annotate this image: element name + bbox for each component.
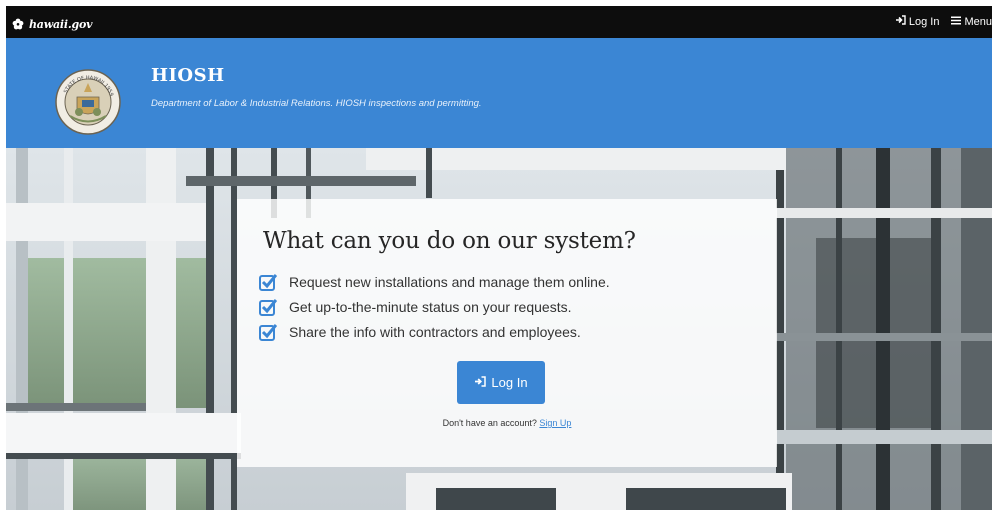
feature-item: Request new installations and manage the… xyxy=(259,269,610,294)
checkbox-checked-icon xyxy=(259,298,278,316)
info-card: What can you do on our system? Request n… xyxy=(237,199,777,467)
signup-prompt-text: Don't have an account? xyxy=(442,418,537,428)
menu-label: Menu xyxy=(964,15,992,28)
checkbox-checked-icon xyxy=(259,323,278,341)
signup-link[interactable]: Sign Up xyxy=(539,418,571,428)
feature-item: Share the info with contractors and empl… xyxy=(259,319,610,344)
checkbox-checked-icon xyxy=(259,273,278,291)
site-subtitle: Department of Labor & Industrial Relatio… xyxy=(151,98,482,109)
brand-link[interactable]: hawaii.gov xyxy=(12,15,93,34)
state-seal-icon: STATE OF HAWAII 1959 xyxy=(55,69,121,135)
menu-button[interactable]: Menu xyxy=(951,15,992,28)
login-button[interactable]: Log In xyxy=(457,361,545,404)
site-title: HIOSH xyxy=(151,65,225,86)
hero-section: What can you do on our system? Request n… xyxy=(6,148,992,510)
feature-text: Request new installations and manage the… xyxy=(289,273,610,290)
topbar-login-link[interactable]: Log In xyxy=(895,15,940,28)
login-icon xyxy=(895,15,906,28)
site-header: STATE OF HAWAII 1959 HIOSH Department of… xyxy=(6,38,992,148)
login-icon xyxy=(474,375,487,390)
page: hawaii.gov Log In Menu STATE OF HAWAII 1… xyxy=(6,6,992,510)
feature-item: Get up-to-the-minute status on your requ… xyxy=(259,294,610,319)
top-bar: hawaii.gov Log In Menu xyxy=(6,6,992,38)
menu-icon xyxy=(951,16,962,28)
topbar-login-label: Log In xyxy=(908,15,940,28)
feature-text: Get up-to-the-minute status on your requ… xyxy=(289,298,572,315)
card-title: What can you do on our system? xyxy=(263,228,636,254)
feature-list: Request new installations and manage the… xyxy=(259,269,610,344)
signup-prompt: Don't have an account? Sign Up xyxy=(237,418,777,428)
flower-icon xyxy=(12,15,24,34)
feature-text: Share the info with contractors and empl… xyxy=(289,323,581,340)
brand-text: hawaii.gov xyxy=(29,18,93,31)
login-button-label: Log In xyxy=(491,375,528,390)
